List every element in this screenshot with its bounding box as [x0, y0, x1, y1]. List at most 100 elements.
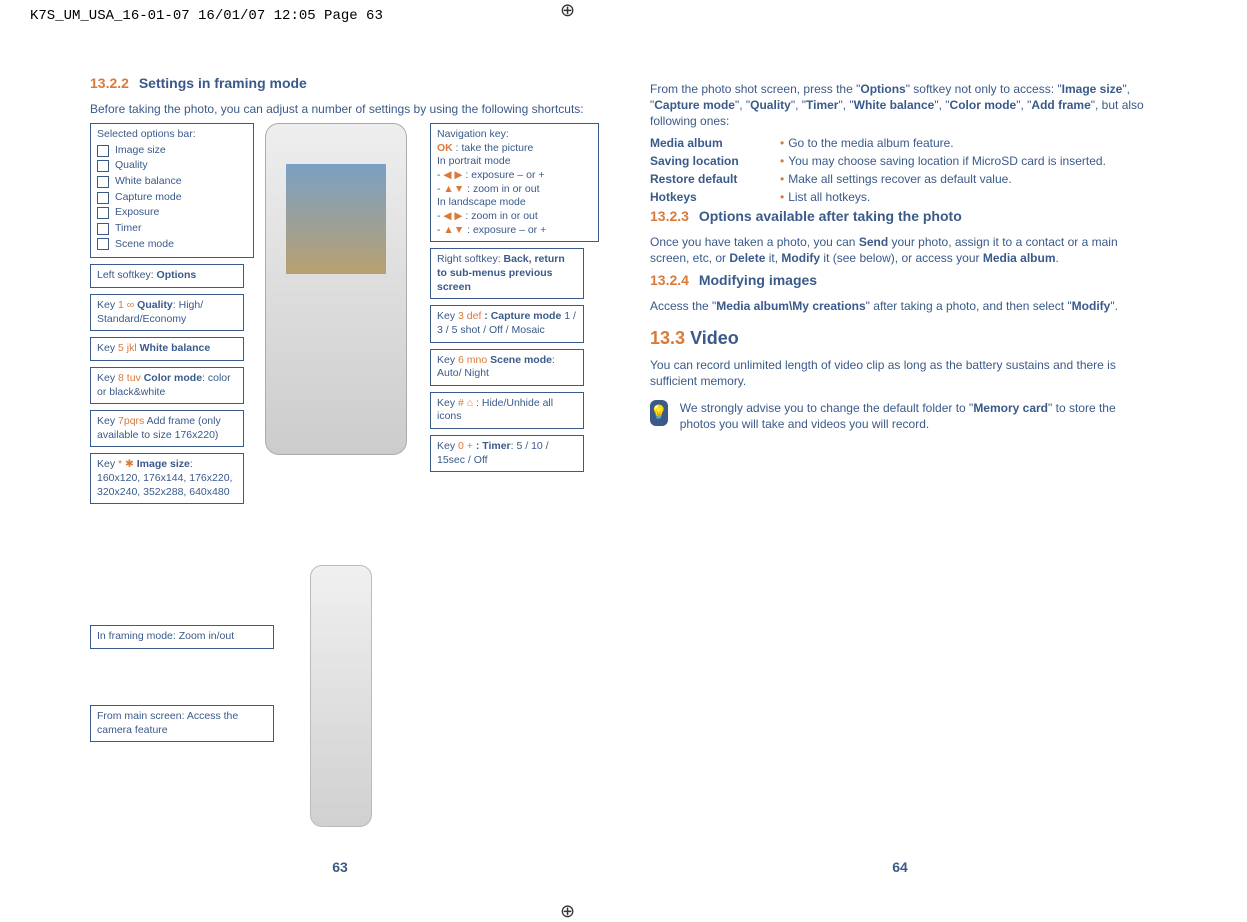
t-quality: Quality [750, 98, 791, 112]
quality-icon [97, 160, 109, 172]
key0-symbol: 0 + [458, 440, 473, 452]
section-intro: Before taking the photo, you can adjust … [90, 101, 590, 117]
zoom-callout: In framing mode: Zoom in/out [90, 625, 274, 649]
key6-symbol: 6 mno [458, 354, 487, 366]
section-13-2-3-heading: 13.2.3 Options available after taking th… [650, 208, 1150, 224]
row-restore-default: Restore default • Make all settings reco… [650, 172, 1150, 186]
s3-a: Once you have taken a photo, you can [650, 235, 859, 249]
section-13-2-4-heading: 13.2.4 Modifying images [650, 272, 1150, 288]
nav-ok-label: OK [437, 142, 453, 154]
s3-c: it, [765, 251, 781, 265]
section-number: 13.2.2 [90, 75, 129, 91]
tip-text: We strongly advise you to change the def… [680, 400, 1150, 432]
key0-prefix: Key [437, 440, 458, 452]
opt-quality: Quality [115, 159, 148, 173]
bullet-icon: • [780, 154, 784, 168]
arrows-lr-icon: ◀ ▶ [443, 169, 462, 181]
opt-image-size: Image size [115, 144, 166, 158]
label-saving-location: Saving location [650, 154, 780, 168]
arrows-lr-icon-2: ◀ ▶ [443, 210, 462, 222]
options-bar-header: Selected options bar: [97, 128, 247, 142]
capture-mode-icon [97, 192, 109, 204]
left-softkey-value: Options [157, 269, 197, 281]
right-softkey-label: Right softkey: [437, 253, 504, 265]
section-title: Modifying images [699, 272, 817, 288]
key7-callout: Key 7pqrs Add frame (only available to s… [90, 410, 244, 447]
nav-ud-text: : zoom in or out [464, 183, 539, 195]
framing-mode-diagram: Selected options bar: Image size Quality… [90, 123, 590, 573]
white-balance-icon [97, 176, 109, 188]
key5-prefix: Key [97, 342, 118, 354]
s3-delete: Delete [729, 251, 765, 265]
key0-callout: Key 0 + : Timer: 5 / 10 / 15sec / Off [430, 435, 584, 472]
opt-exposure: Exposure [115, 206, 159, 220]
tip-memory-card-label: Memory card [973, 401, 1048, 415]
exposure-icon [97, 207, 109, 219]
section-number: 13.2.3 [650, 208, 689, 224]
key0-name: : Timer [473, 440, 511, 452]
sep2: ", " [735, 98, 750, 112]
access-camera-callout: From main screen: Access the camera feat… [90, 705, 274, 742]
bullet-icon: • [780, 172, 784, 186]
key6-callout: Key 6 mno Scene mode: Auto/ Night [430, 349, 584, 386]
nav-header: Navigation key: [437, 128, 592, 142]
image-size-icon [97, 145, 109, 157]
phone-front-illustration [265, 123, 407, 455]
section-13-3-heading: 13.3 Video [650, 328, 1150, 349]
opt-timer: Timer [115, 222, 141, 236]
key8-callout: Key 8 tuv Color mode: color or black&whi… [90, 367, 244, 404]
arrows-ud-icon-2: ▲▼ [443, 224, 464, 236]
nav-ud2-text: : exposure – or + [464, 224, 546, 236]
keystar-prefix: Key [97, 458, 118, 470]
right-softkey-callout: Right softkey: Back, return to sub-menus… [430, 248, 584, 299]
crop-mark-top: ⊕ [560, 0, 575, 21]
key6-name: Scene mode [487, 354, 552, 366]
page-number-right: 64 [650, 859, 1150, 875]
row-saving-location: Saving location • You may choose saving … [650, 154, 1150, 168]
key3-name: : Capture mode [481, 310, 561, 322]
s3-media-album: Media album [983, 251, 1056, 265]
key8-name: Color mode [141, 372, 202, 384]
t-timer: Timer [806, 98, 838, 112]
section-13-3-body: You can record unlimited length of video… [650, 357, 1150, 389]
bullet-icon: • [780, 190, 784, 204]
text-media-album: Go to the media album feature. [788, 136, 1150, 150]
s3-send: Send [859, 235, 888, 249]
key5-callout: Key 5 jkl White balance [90, 337, 244, 361]
text-saving-location: You may choose saving location if MicroS… [788, 154, 1150, 168]
s3-modify: Modify [781, 251, 820, 265]
phone-keypad [276, 294, 396, 434]
key5-symbol: 5 jkl [118, 342, 137, 354]
s4-path: Media album\My creations [716, 299, 865, 313]
options-intro: From the photo shot screen, press the "O… [650, 81, 1150, 130]
keyhash-symbol: # ⌂ [458, 397, 473, 409]
crop-mark-bottom: ⊕ [560, 901, 575, 922]
keyhash-prefix: Key [437, 397, 458, 409]
options-bar-list: Image size Quality White balance Capture… [97, 144, 247, 251]
nav-ok-text: : take the picture [453, 142, 534, 154]
s4-modify: Modify [1072, 299, 1111, 313]
scene-mode-icon [97, 238, 109, 250]
bullet-icon: • [780, 136, 784, 150]
key7-prefix: Key [97, 415, 118, 427]
phone-side-illustration [310, 565, 372, 827]
sep3: ", " [791, 98, 806, 112]
section-number: 13.2.4 [650, 272, 689, 288]
key8-prefix: Key [97, 372, 118, 384]
nav-portrait-label: In portrait mode [437, 155, 592, 169]
s4-c: ". [1110, 299, 1118, 313]
tip-a: We strongly advise you to change the def… [680, 401, 974, 415]
key8-symbol: 8 tuv [118, 372, 141, 384]
text-restore-default: Make all settings recover as default val… [788, 172, 1150, 186]
keystar-symbol: * ✱ [118, 458, 134, 470]
page-right: From the photo shot screen, press the "O… [650, 75, 1150, 875]
label-media-album: Media album [650, 136, 780, 150]
row-media-album: Media album • Go to the media album feat… [650, 136, 1150, 150]
section-13-2-3-body: Once you have taken a photo, you can Sen… [650, 234, 1150, 266]
label-hotkeys: Hotkeys [650, 190, 780, 204]
intro-options: Options [860, 82, 905, 96]
options-table: Media album • Go to the media album feat… [650, 136, 1150, 204]
arrows-ud-icon: ▲▼ [443, 183, 464, 195]
keystar-callout: Key * ✱ Image size: 160x120, 176x144, 17… [90, 453, 244, 504]
key1-prefix: Key [97, 299, 118, 311]
